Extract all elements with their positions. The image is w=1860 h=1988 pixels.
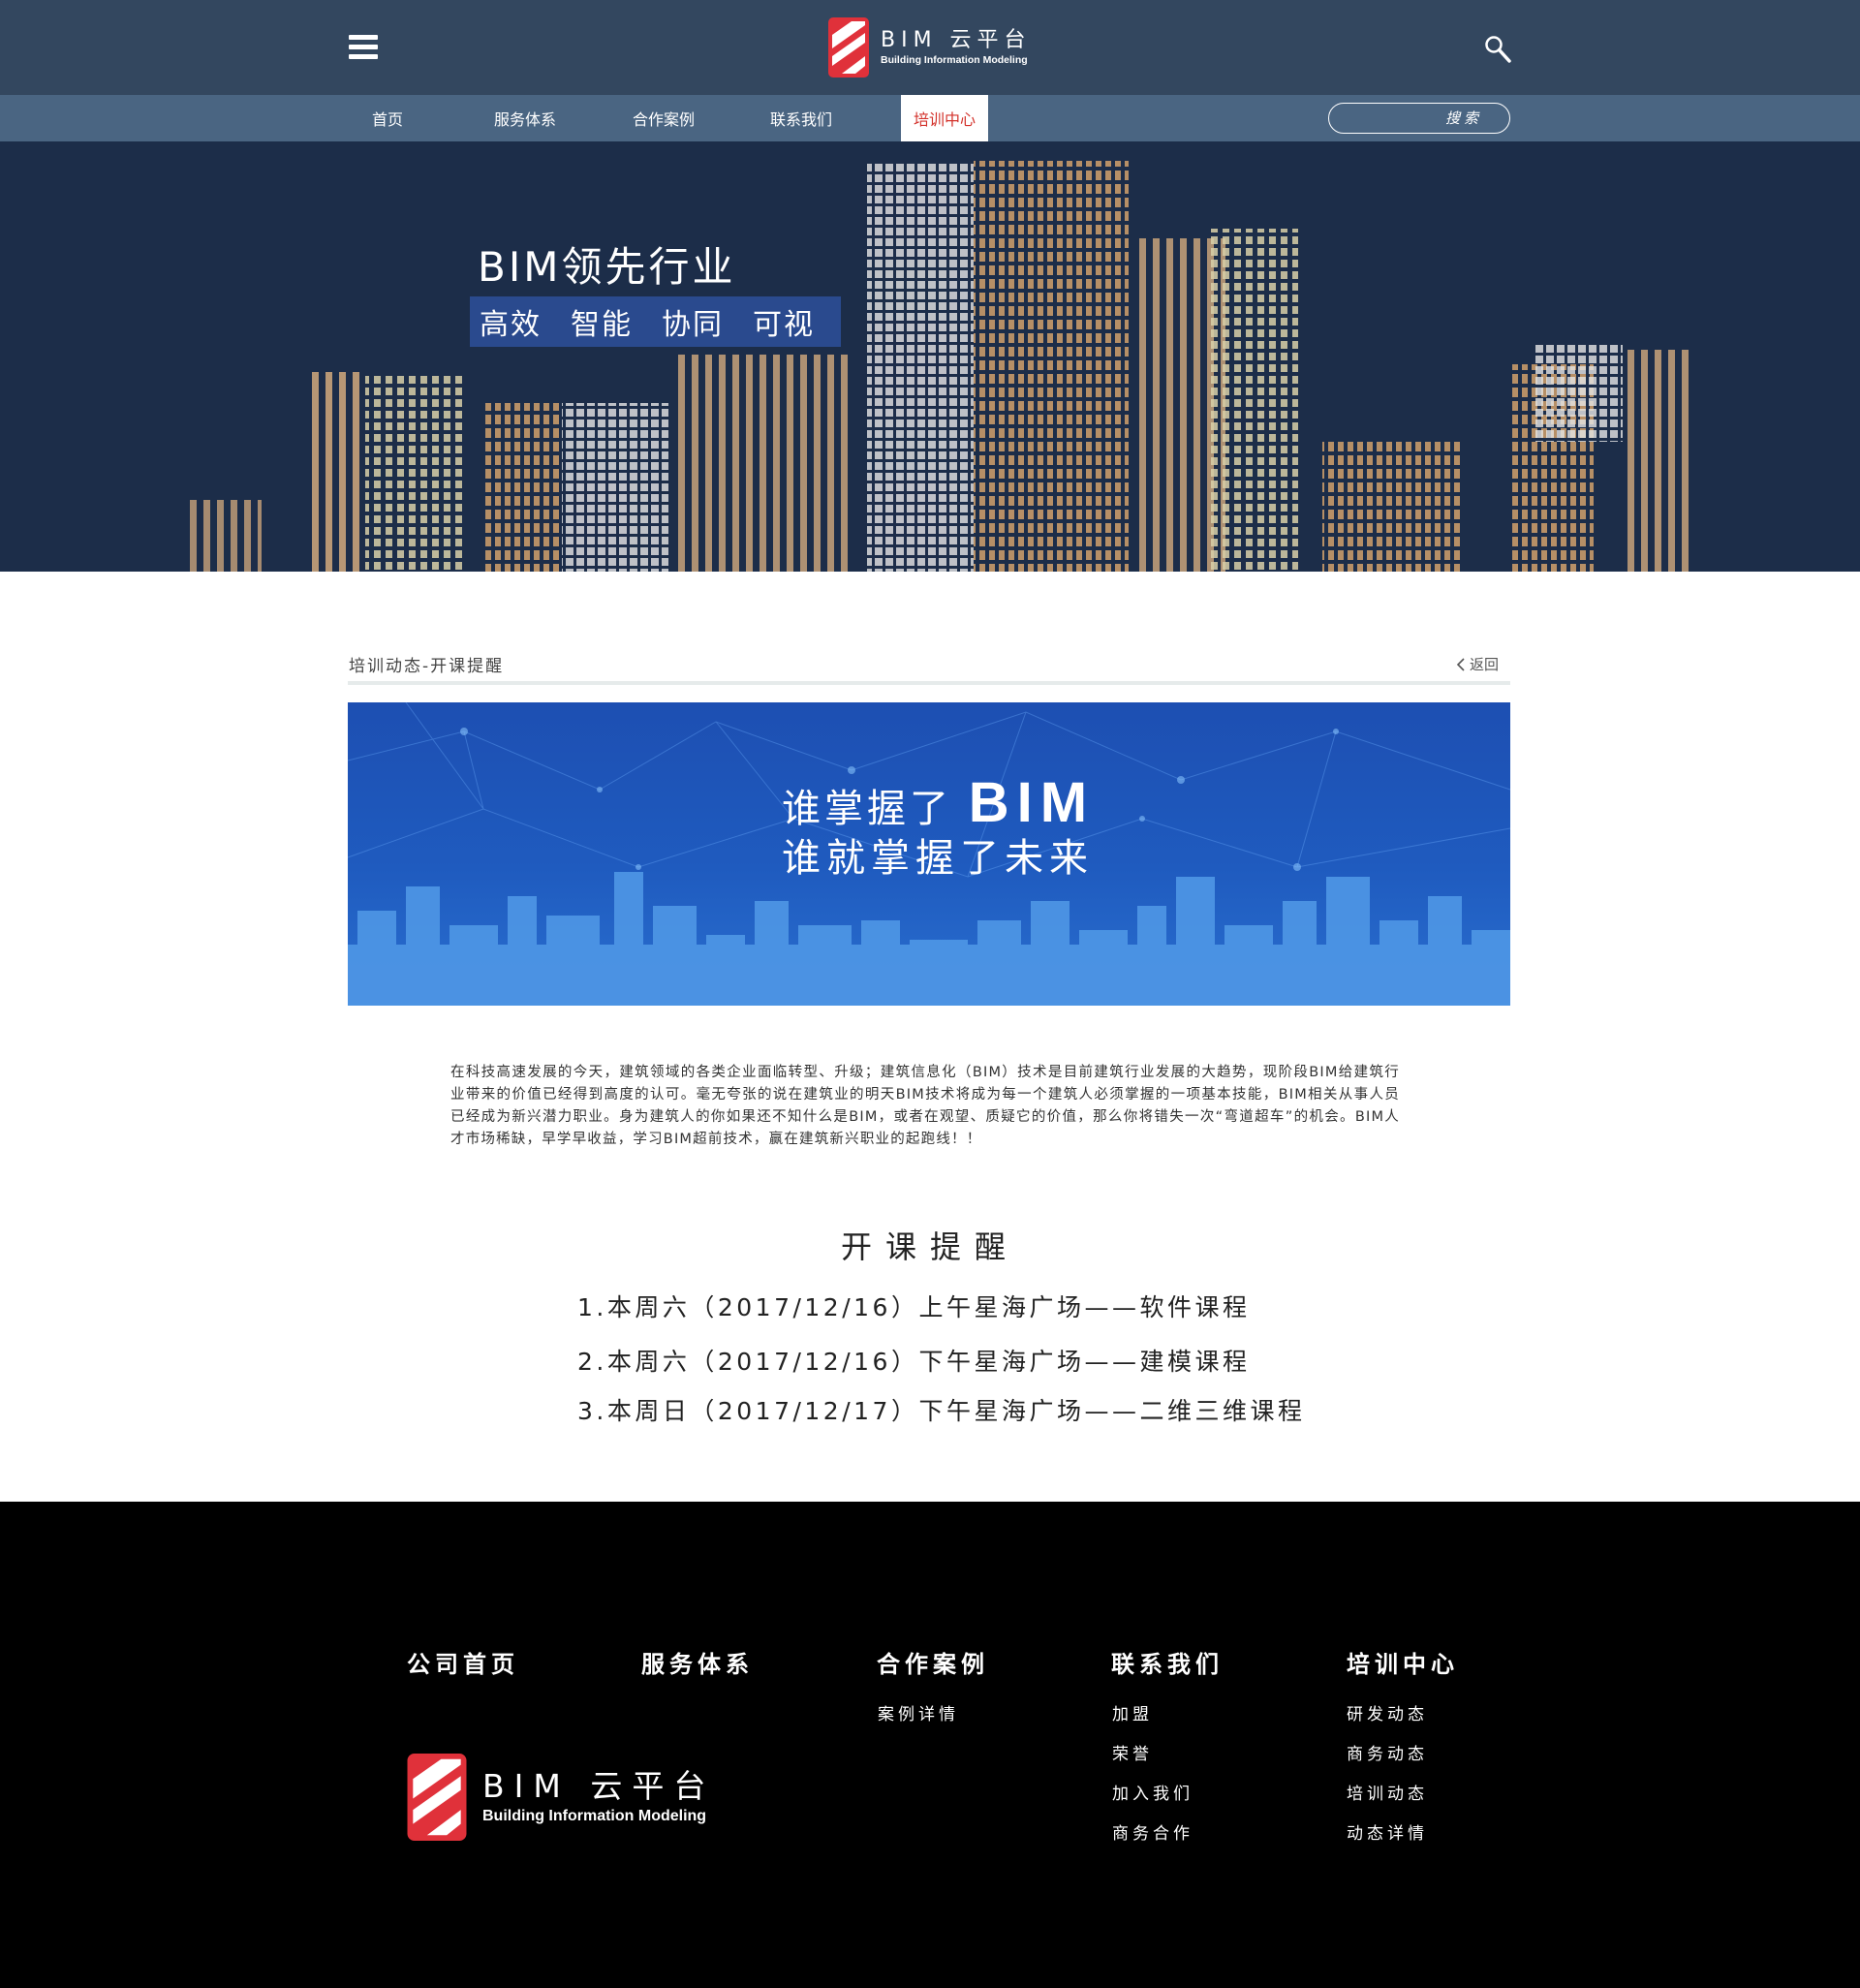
hero-tag: 高效: [480, 308, 542, 342]
hero-tag: 智能: [571, 308, 633, 342]
site-logo[interactable]: BIM 云平台 Building Information Modeling: [828, 17, 1032, 78]
footer-link[interactable]: 荣誉: [1112, 1740, 1153, 1764]
footer: 公司首页 服务体系 合作案例 联系我们 培训中心 案例详情 加盟 荣誉 加入我们…: [0, 1502, 1860, 1988]
logo-title: BIM 云平台: [881, 28, 1032, 52]
hero-title: BIM领先行业: [478, 243, 736, 291]
main-nav: 首页 服务体系 合作案例 联系我们 培训中心 搜索: [0, 95, 1860, 141]
footer-logo-subtitle: Building Information Modeling: [482, 1808, 707, 1824]
hero-tags: 高效 智能 协同 可视: [470, 296, 841, 347]
footer-heading-services[interactable]: 服务体系: [641, 1645, 754, 1679]
nav-home[interactable]: 首页: [353, 95, 422, 141]
top-header: BIM 云平台 Building Information Modeling: [0, 0, 1860, 95]
footer-heading-home[interactable]: 公司首页: [407, 1645, 519, 1679]
nav-training[interactable]: 培训中心: [901, 95, 988, 141]
hero-banner: BIM领先行业 高效 智能 协同 可视: [0, 141, 1860, 572]
nav-services[interactable]: 服务体系: [484, 95, 566, 141]
banner-headline: 谁掌握了 BIM: [782, 770, 1095, 835]
footer-link[interactable]: 培训动态: [1347, 1780, 1428, 1804]
footer-logo[interactable]: BIM 云平台 Building Information Modeling: [407, 1754, 715, 1841]
hero-tag: 可视: [753, 308, 815, 342]
course-title: 开课提醒: [840, 1228, 1019, 1265]
nav-contact[interactable]: 联系我们: [760, 95, 842, 141]
divider: [348, 681, 1510, 685]
breadcrumb: 培训动态-开课提醒: [349, 657, 505, 676]
footer-link[interactable]: 案例详情: [878, 1700, 959, 1724]
footer-heading-contact[interactable]: 联系我们: [1111, 1645, 1224, 1679]
footer-link[interactable]: 加入我们: [1112, 1780, 1194, 1804]
footer-heading-training[interactable]: 培训中心: [1347, 1645, 1459, 1679]
banner-subline: 谁就掌握了未来: [782, 836, 1094, 881]
logo-subtitle: Building Information Modeling: [881, 54, 1028, 66]
search-input[interactable]: 搜索: [1328, 103, 1510, 134]
footer-logo-title: BIM 云平台: [482, 1767, 716, 1805]
search-icon[interactable]: [1484, 35, 1511, 64]
footer-heading-cases[interactable]: 合作案例: [877, 1645, 989, 1679]
nav-cases[interactable]: 合作案例: [623, 95, 704, 141]
back-link[interactable]: 返回: [1456, 654, 1499, 674]
footer-link[interactable]: 加盟: [1112, 1700, 1153, 1724]
back-label: 返回: [1470, 656, 1500, 673]
course-item: 2.本周六（2017/12/16）下午星海广场——建模课程: [577, 1348, 1251, 1376]
footer-link[interactable]: 商务动态: [1347, 1740, 1428, 1764]
footer-link[interactable]: 商务合作: [1112, 1819, 1194, 1844]
article-banner: 谁掌握了 BIM 谁就掌握了未来: [348, 702, 1510, 1006]
menu-icon[interactable]: [349, 33, 378, 62]
course-item: 1.本周六（2017/12/16）上午星海广场——软件课程: [577, 1293, 1251, 1321]
course-item: 3.本周日（2017/12/17）下午星海广场——二维三维课程: [577, 1397, 1306, 1425]
footer-link[interactable]: 研发动态: [1347, 1700, 1428, 1724]
hero-tag: 协同: [662, 308, 724, 342]
bim-logo-icon: [407, 1754, 467, 1841]
chevron-left-icon: [1456, 657, 1465, 671]
footer-link[interactable]: 动态详情: [1347, 1819, 1428, 1844]
banner-headline-bim: BIM: [968, 771, 1096, 834]
intro-paragraph: 在科技高速发展的今天，建筑领域的各类企业面临转型、升级；建筑信息化（BIM）技术…: [450, 1065, 1400, 1147]
banner-headline-text: 谁掌握了: [782, 787, 952, 831]
city-skyline-illustration: [184, 161, 1690, 572]
bim-logo-icon: [828, 17, 869, 78]
